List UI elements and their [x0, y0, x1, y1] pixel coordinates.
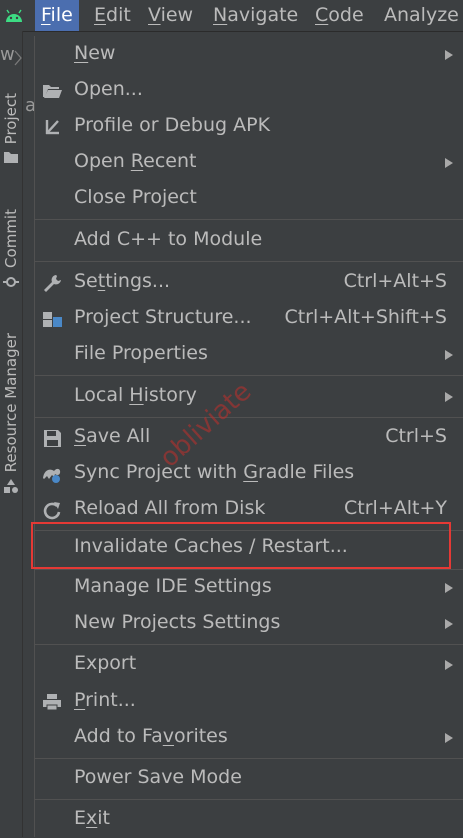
wrench-icon: [44, 275, 61, 292]
menu-item-save-all[interactable]: Save All Ctrl+S: [35, 420, 463, 456]
shortcut-label: Ctrl+Alt+Shift+S: [284, 306, 447, 328]
tab-commit[interactable]: Commit: [0, 209, 22, 290]
menubar: File Edit View Navigate Code Analyze: [0, 0, 463, 32]
menu-item-sync-gradle[interactable]: Sync Project with Gradle Files: [35, 456, 463, 492]
profile-apk-icon: [45, 120, 59, 135]
submenu-arrow-icon: [445, 619, 453, 629]
project-structure-icon: [43, 312, 62, 327]
menu-item-exit[interactable]: Exit: [35, 802, 463, 838]
print-icon: [43, 694, 61, 711]
menu-item-project-structure[interactable]: Project Structure... Ctrl+Alt+Shift+S: [35, 301, 463, 337]
menu-file[interactable]: File: [35, 0, 79, 31]
menu-separator: [35, 375, 463, 376]
submenu-arrow-icon: [445, 50, 453, 60]
menu-view[interactable]: View: [142, 0, 199, 31]
gradle-sync-icon: [43, 468, 61, 483]
resource-manager-icon: [4, 479, 18, 494]
reload-icon: [43, 502, 61, 520]
menu-item-profile-debug-apk[interactable]: Profile or Debug APK: [35, 109, 463, 145]
menu-separator: [35, 219, 463, 220]
menu-separator: [35, 261, 463, 262]
menu-item-print[interactable]: Print...: [35, 684, 463, 720]
folder-icon: [4, 152, 18, 164]
menu-separator: [35, 799, 463, 800]
menu-separator: [35, 758, 463, 759]
menu-item-manage-ide-settings[interactable]: Manage IDE Settings: [35, 570, 463, 606]
menu-item-settings[interactable]: Settings... Ctrl+Alt+S: [35, 265, 463, 301]
menu-code[interactable]: Code: [309, 0, 370, 31]
shortcut-label: Ctrl+Alt+S: [343, 270, 447, 292]
menu-item-new-projects-settings[interactable]: New Projects Settings: [35, 606, 463, 642]
submenu-arrow-icon: [445, 158, 453, 168]
folder-open-icon: [43, 85, 62, 98]
tab-resource-manager[interactable]: Resource Manager: [0, 333, 22, 494]
highlight-annotation-box: [31, 522, 451, 569]
menu-item-close-project[interactable]: Close Project: [35, 181, 463, 217]
submenu-arrow-icon: [445, 583, 453, 593]
menu-item-file-properties[interactable]: File Properties: [35, 337, 463, 373]
menu-item-open[interactable]: Open...: [35, 73, 463, 109]
commit-icon: [3, 276, 19, 287]
save-icon: [44, 430, 61, 447]
submenu-arrow-icon: [445, 733, 453, 743]
shortcut-label: Ctrl+S: [385, 425, 447, 447]
left-tool-strip: w Project Commit Resource Manager: [0, 31, 23, 837]
menu-item-power-save-mode[interactable]: Power Save Mode: [35, 761, 463, 797]
menu-edit[interactable]: Edit: [88, 0, 137, 31]
tab-project[interactable]: Project: [0, 93, 22, 164]
menu-item-add-cpp-to-module[interactable]: Add C++ to Module: [35, 223, 463, 259]
menu-item-export[interactable]: Export: [35, 647, 463, 683]
submenu-arrow-icon: [445, 350, 453, 360]
submenu-arrow-icon: [445, 660, 453, 670]
menu-analyze[interactable]: Analyze: [378, 0, 463, 31]
file-menu-dropdown: New Open... Profile or Debug APK Open Re…: [34, 36, 463, 837]
menu-item-open-recent[interactable]: Open Recent: [35, 145, 463, 181]
shortcut-label: Ctrl+Alt+Y: [344, 497, 447, 519]
chevron-right-icon: [14, 50, 22, 66]
menu-navigate[interactable]: Navigate: [207, 0, 304, 31]
android-icon: [6, 9, 22, 22]
menu-item-add-to-favorites[interactable]: Add to Favorites: [35, 720, 463, 756]
submenu-arrow-icon: [445, 392, 453, 402]
menu-separator: [35, 417, 463, 418]
menu-separator: [35, 644, 463, 645]
menu-item-new[interactable]: New: [35, 37, 463, 73]
